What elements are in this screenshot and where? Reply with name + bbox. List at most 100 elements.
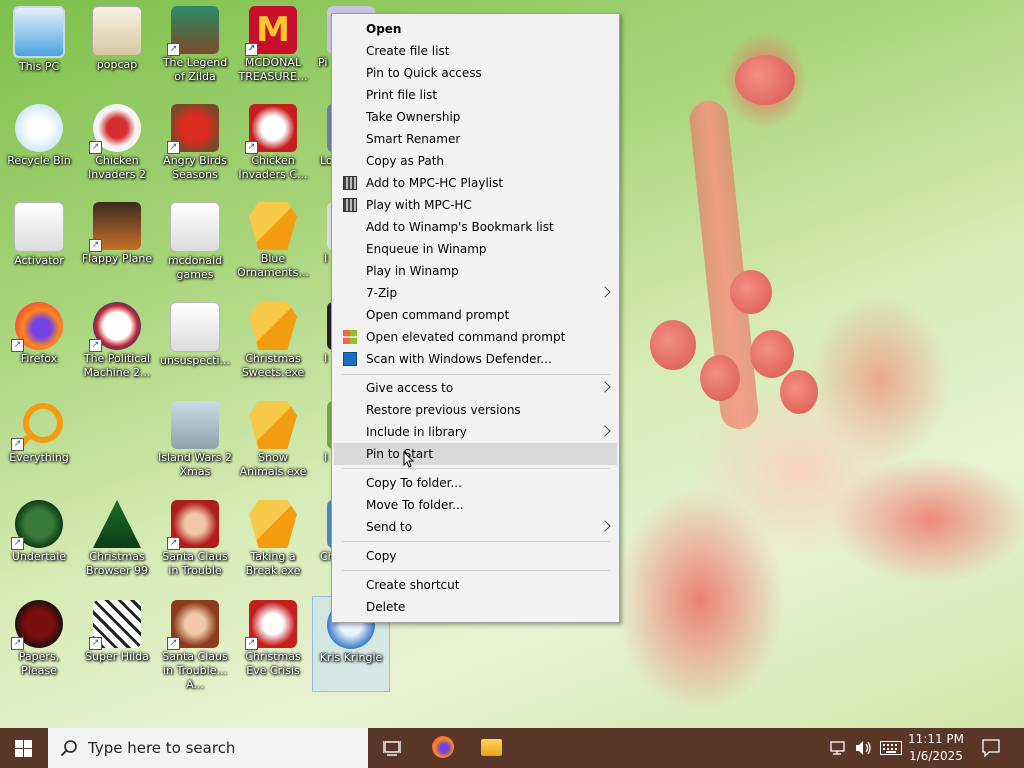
menu-item-label: Pin to Start [366,447,433,461]
file-explorer-taskbar-button[interactable] [472,728,510,768]
shortcut-arrow-icon: ↗ [89,141,102,154]
desktop-icon-christmas-sweets[interactable]: Christmas Sweets.exe [234,298,312,394]
menu-item-label: Delete [366,600,406,614]
desktop-icon-popcap[interactable]: popcap [78,2,156,98]
menu-item-label: Restore previous versions [366,403,521,417]
desktop-icon-legend-of-zilda[interactable]: ↗ The Legend of Zilda [156,2,234,98]
desktop-icon-island-wars[interactable]: Island Wars 2 Xmas [156,397,234,493]
task-view-button[interactable] [374,728,410,768]
firefox-icon: ↗ [11,302,63,352]
flower-stamen [730,270,772,314]
desktop-icon-flappy-plane[interactable]: ↗ Flappy Plane [78,198,156,294]
icon-label: Chicken Invaders 2 [88,154,146,181]
shortcut-arrow-icon: ↗ [167,43,180,56]
icon-label: Everything [9,451,69,464]
menu-item-copy[interactable]: Copy [334,545,617,567]
mcdonalds-icon: M ↗ [245,6,297,56]
volume-icon[interactable] [855,740,873,756]
menu-item-open-cmd[interactable]: Open command prompt [334,304,617,326]
desktop-icon-chicken-invaders-c[interactable]: ↗ Chicken Invaders C... [234,100,312,196]
menu-item-add-mpc-playlist[interactable]: Add to MPC-HC Playlist [334,172,617,194]
desktop-icon-santa-trouble-again[interactable]: ↗ Santa Claus in Trouble... A... [156,596,234,692]
menu-item-pin-to-start[interactable]: Pin to Start [334,443,617,468]
desktop-icon-taking-a-break[interactable]: Taking a Break.exe [234,496,312,592]
menu-item-send-to[interactable]: Send to [334,516,617,538]
desktop-icon-super-hilda[interactable]: ↗ Super Hilda [78,596,156,692]
defender-icon [343,352,357,366]
taskbar-search-box[interactable]: Type here to search [48,728,368,768]
desktop-icon-everything[interactable]: ↗ Everything [0,397,78,493]
menu-item-enqueue-winamp[interactable]: Enqueue in Winamp [334,238,617,260]
icon-label: The Political Machine 2... [83,352,151,379]
menu-item-label: Copy as Path [366,154,445,168]
chicken-icon: ↗ [245,104,297,154]
desktop-icon-papers-please[interactable]: ↗ Papers, Please [0,596,78,692]
desktop-icon-recycle-bin[interactable]: Recycle Bin [0,100,78,196]
desktop-icon-chicken-invaders-2[interactable]: ↗ Chicken Invaders 2 [78,100,156,196]
desktop-icon-angry-birds[interactable]: ↗ Angry Birds Seasons [156,100,234,196]
desktop-icon-snow-animals[interactable]: Snow Animals.exe [234,397,312,493]
desktop-icon-firefox[interactable]: ↗ Firefox [0,298,78,394]
icon-label: Santa Claus in Trouble [162,550,228,577]
menu-item-create-file-list[interactable]: Create file list [334,40,617,62]
desktop-icon-blue-ornaments[interactable]: Blue Ornaments... [234,198,312,294]
puzzle-icon [249,202,297,250]
desktop-icon-political-machine[interactable]: ↗ The Political Machine 2... [78,298,156,394]
menu-item-print-file-list[interactable]: Print file list [334,84,617,106]
menu-item-winamp-bookmark[interactable]: Add to Winamp's Bookmark list [334,216,617,238]
desktop-icon-activator[interactable]: Activator [0,198,78,294]
menu-item-open[interactable]: Open [334,18,617,40]
desktop-icon-mcdonald-games[interactable]: mcdonald games [156,198,234,294]
menu-item-take-ownership[interactable]: Take Ownership [334,106,617,128]
system-clock[interactable]: 11:11 PM 1/6/2025 [908,731,964,765]
menu-item-play-mpc[interactable]: Play with MPC-HC [334,194,617,216]
desktop-icon-christmas-eve-crisis[interactable]: ↗ Christmas Eve Crisis [234,596,312,692]
taskbar: Type here to search 11:11 PM 1/6/2025 [0,728,1024,768]
menu-item-give-access[interactable]: Give access to [334,377,617,399]
icon-label: Taking a Break.exe [245,550,301,577]
icon-label: Firefox [20,352,58,365]
menu-item-play-winamp[interactable]: Play in Winamp [334,260,617,282]
christmas-tree-icon [93,500,141,548]
menu-item-pin-quick-access[interactable]: Pin to Quick access [334,62,617,84]
desktop-icon-this-pc[interactable]: This PC [0,2,78,98]
firefox-icon [432,736,454,758]
firefox-taskbar-button[interactable] [424,728,462,768]
flower-stamen [700,355,740,401]
menu-item-restore-versions[interactable]: Restore previous versions [334,399,617,421]
icon-label: Angry Birds Seasons [163,154,227,181]
flower-stamen [650,320,696,370]
menu-item-create-shortcut[interactable]: Create shortcut [334,574,617,596]
shortcut-arrow-icon: ↗ [89,339,102,352]
menu-item-copy-to-folder[interactable]: Copy To folder... [334,472,617,494]
undertale-icon: ↗ [11,500,63,550]
menu-item-label: Copy [366,549,397,563]
desktop-icon-mcdonal-treasure[interactable]: M ↗ MCDONAL TREASURE... [234,2,312,98]
file-explorer-icon [481,739,502,756]
icon-label: Blue Ornaments... [237,252,309,279]
shortcut-arrow-icon: ↗ [89,239,102,252]
papers-please-icon: ↗ [11,600,63,650]
menu-item-move-to-folder[interactable]: Move To folder... [334,494,617,516]
start-button[interactable] [0,728,48,768]
menu-item-label: Open elevated command prompt [366,330,566,344]
notification-icon[interactable] [982,739,1000,757]
menu-item-7zip[interactable]: 7-Zip [334,282,617,304]
menu-item-copy-as-path[interactable]: Copy as Path [334,150,617,172]
desktop-icon-undertale[interactable]: ↗ Undertale [0,496,78,592]
desktop-icon-unsuspecting[interactable]: unsuspecti... [156,298,234,394]
chevron-right-icon [599,425,611,437]
flower-stamen [750,330,794,378]
menu-item-label: Open command prompt [366,308,510,322]
menu-item-open-elevated-cmd[interactable]: Open elevated command prompt [334,326,617,348]
icon-label: Christmas Eve Crisis [245,650,301,677]
menu-item-label: Open [366,22,402,36]
network-icon[interactable] [830,740,848,756]
menu-item-delete[interactable]: Delete [334,596,617,618]
menu-item-include-library[interactable]: Include in library [334,421,617,443]
keyboard-icon[interactable] [880,741,902,755]
desktop-icon-santa-trouble[interactable]: ↗ Santa Claus in Trouble [156,496,234,592]
menu-item-scan-defender[interactable]: Scan with Windows Defender... [334,348,617,370]
menu-item-smart-renamer[interactable]: Smart Renamer [334,128,617,150]
desktop-icon-christmas-browser[interactable]: Christmas Browser 99 [78,496,156,592]
